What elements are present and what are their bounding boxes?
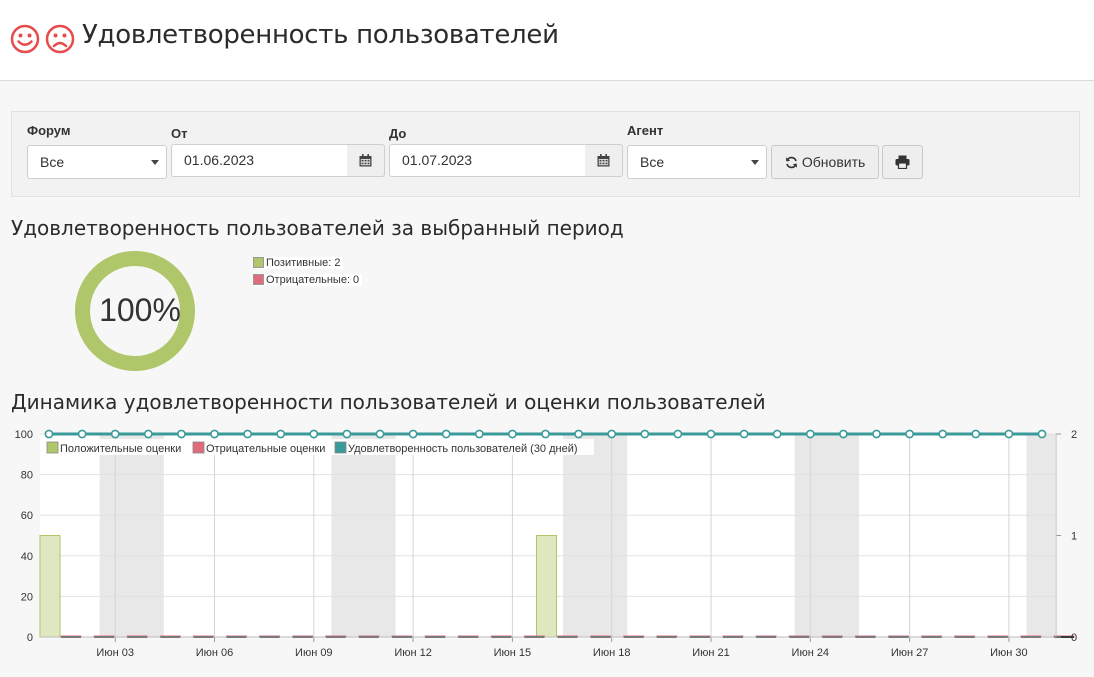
legend-label: Отрицательные оценки (206, 443, 325, 455)
satisfaction-point (905, 429, 914, 439)
legend-swatch (192, 441, 205, 454)
satisfaction-point (110, 429, 120, 439)
legend-label: Удовлетворенность пользователей (30 дней… (348, 443, 578, 455)
satisfaction-point (640, 429, 650, 439)
satisfaction-point (309, 429, 319, 439)
dynamics-title: Динамика удовлетворенности пользователей… (11, 390, 766, 414)
negative-swatch (253, 274, 264, 285)
satisfaction-point (1037, 429, 1047, 439)
satisfaction-point (607, 429, 617, 439)
smile-icon (10, 24, 40, 54)
x-tick-label: Июн 03 (96, 647, 134, 659)
period-title: Удовлетворенность пользователей за выбра… (11, 216, 624, 240)
satisfaction-point (673, 429, 683, 439)
satisfaction-point (839, 429, 848, 439)
negative-legend-text: Отрицательные: 0 (266, 274, 360, 286)
positive-bar (39, 535, 61, 638)
page-title: Удовлетворенность пользователей (82, 20, 559, 50)
positive-bar (536, 535, 557, 638)
weekend-band (1026, 434, 1055, 637)
x-tick-label: Июн 15 (494, 647, 532, 659)
satisfaction-point (143, 429, 153, 439)
forum-select[interactable]: Все (27, 145, 167, 179)
satisfaction-point (210, 429, 219, 439)
agent-select-value: Все (640, 154, 665, 170)
weekend-band (563, 434, 628, 637)
weekend-band (99, 434, 164, 637)
chevron-down-icon (151, 160, 159, 165)
y-left-tick-label: 20 (21, 591, 33, 603)
satisfaction-point (375, 429, 385, 439)
satisfaction-point (938, 429, 948, 439)
frown-icon (45, 24, 75, 54)
y-left-tick-label: 0 (27, 632, 33, 644)
y-left-tick-label: 80 (21, 470, 33, 482)
refresh-icon (785, 156, 798, 169)
legend-label: Положительные оценки (60, 443, 181, 455)
weekend-band (794, 434, 859, 637)
satisfaction-point (408, 429, 418, 439)
y-left-tick-label: 60 (21, 510, 33, 522)
x-tick-label: Июн 24 (792, 647, 830, 659)
satisfaction-point (176, 429, 186, 439)
satisfaction-point (805, 429, 815, 439)
negative-legend: Отрицательные: 0 (253, 274, 363, 286)
agent-select[interactable]: Все (627, 145, 767, 179)
satisfaction-point (243, 429, 252, 439)
from-date-input[interactable]: 01.06.2023 (171, 144, 348, 177)
donut-percent-label: 100% (99, 292, 181, 328)
refresh-button[interactable]: Обновить (771, 145, 879, 179)
dynamics-chart: 0 20 40 60 80 100 0 1 2 Июн 03 Июн 06 Июн 09 Июн 12 И… (15, 429, 1077, 659)
satisfaction-point (872, 429, 881, 439)
forum-label: Форум (27, 123, 71, 138)
y-right-tick-label: 0 (1071, 632, 1077, 644)
x-tick-label: Июн 06 (196, 647, 234, 659)
x-tick-label: Июн 12 (394, 647, 432, 659)
calendar-icon (359, 154, 372, 167)
calendar-icon (597, 154, 610, 167)
satisfaction-point (508, 429, 517, 439)
y-left-tick-label: 40 (21, 551, 33, 563)
satisfaction-point (574, 429, 583, 439)
y-left-tick-label: 100 (15, 429, 33, 441)
print-icon (895, 155, 910, 169)
chevron-down-icon (751, 160, 759, 165)
y-right-tick-label: 2 (1071, 429, 1077, 441)
legend-swatch (334, 441, 347, 454)
satisfaction-point (971, 429, 981, 439)
page-header: Удовлетворенность пользователей (0, 0, 1094, 81)
satisfaction-point (342, 429, 352, 439)
satisfaction-point (772, 429, 782, 439)
to-date-input[interactable]: 01.07.2023 (389, 144, 586, 177)
x-tick-label: Июн 27 (891, 647, 929, 659)
positive-swatch (253, 257, 264, 268)
satisfaction-point (1004, 429, 1014, 439)
positive-legend-text: Позитивные: 2 (266, 257, 341, 269)
forum-select-value: Все (40, 154, 65, 170)
x-tick-label: Июн 09 (295, 647, 333, 659)
x-tick-label: Июн 30 (990, 647, 1028, 659)
satisfaction-point (77, 429, 87, 439)
satisfaction-point (474, 429, 484, 439)
positive-legend: Позитивные: 2 (253, 257, 344, 269)
refresh-button-label: Обновить (801, 154, 866, 170)
x-tick-label: Июн 21 (692, 647, 730, 659)
satisfaction-point (739, 429, 749, 439)
satisfaction-point (541, 429, 550, 439)
to-label: До (389, 126, 407, 141)
from-calendar-button[interactable] (347, 144, 385, 177)
satisfaction-point (276, 429, 286, 439)
satisfaction-point (441, 429, 451, 439)
agent-label: Агент (627, 123, 664, 138)
to-calendar-button[interactable] (585, 144, 623, 177)
print-button[interactable] (882, 145, 923, 179)
satisfaction-point (44, 429, 54, 439)
x-tick-label: Июн 18 (593, 647, 631, 659)
legend-swatch (46, 441, 59, 454)
y-right-tick-label: 1 (1071, 531, 1077, 543)
from-label: От (171, 126, 188, 141)
weekend-band (331, 434, 396, 637)
satisfaction-point (706, 429, 716, 439)
